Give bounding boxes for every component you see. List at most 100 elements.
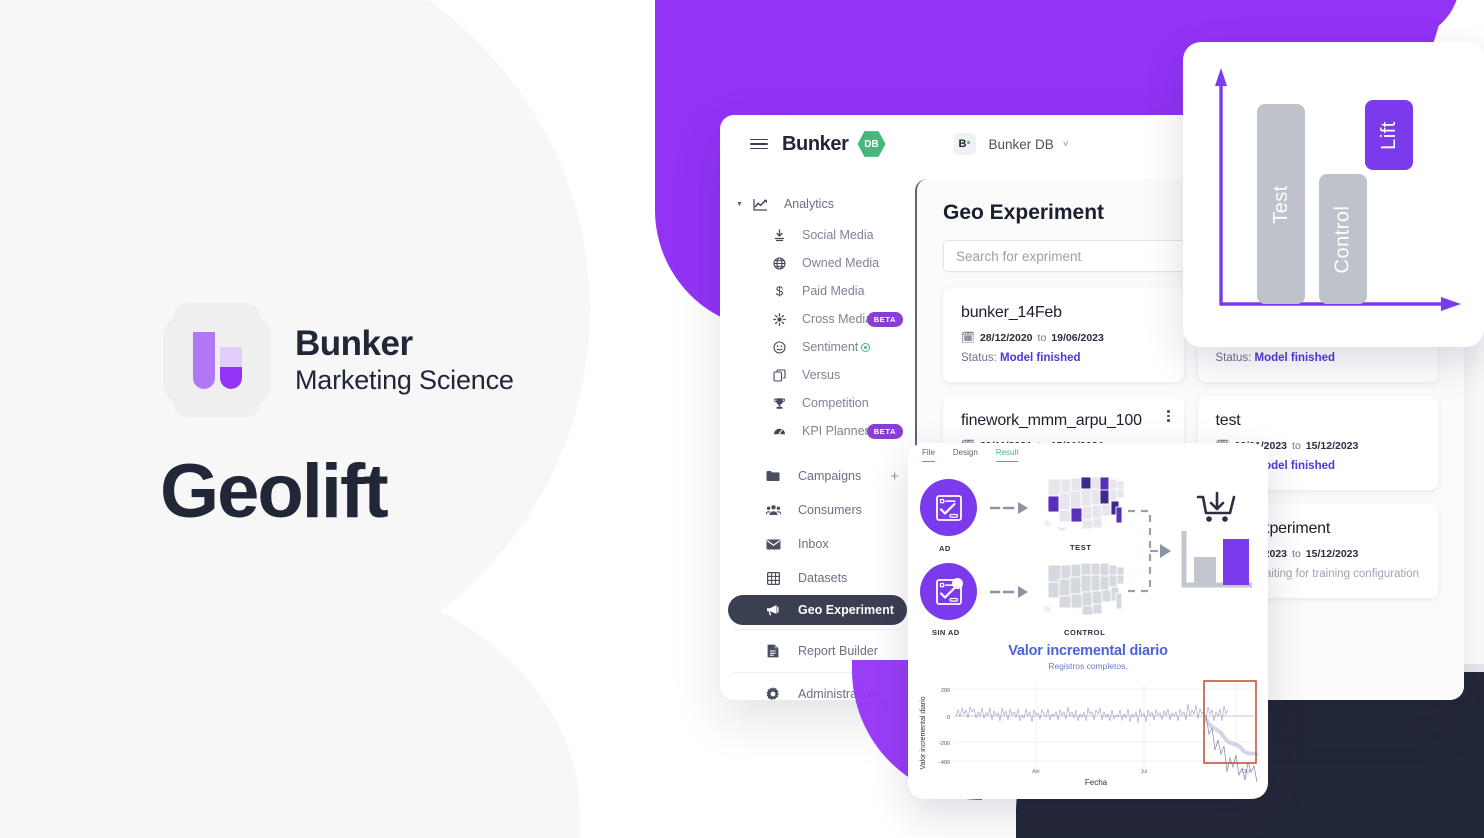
people-icon bbox=[762, 504, 784, 516]
tab-file[interactable]: File bbox=[922, 448, 935, 462]
page-root: Bunker Marketing Science Geolift Bunker … bbox=[0, 0, 1484, 838]
diagram-label-control: CONTROL bbox=[1064, 628, 1106, 637]
workspace-initial: B bbox=[958, 138, 967, 150]
geo-card-tabs: File Design Result bbox=[908, 443, 1268, 465]
logo-vial-left bbox=[192, 331, 215, 389]
status-row: Status: Model finished bbox=[1216, 352, 1421, 364]
sidebar-item-label: Consumers bbox=[798, 503, 862, 517]
ytick: -400 bbox=[939, 760, 950, 766]
sidebar-item-consumers[interactable]: Consumers bbox=[720, 493, 915, 527]
dollar-icon: $ bbox=[768, 284, 790, 298]
status-label: Status: bbox=[961, 352, 997, 364]
us-map-grey-icon bbox=[1044, 562, 1125, 616]
brand-lockup: Bunker Marketing Science bbox=[163, 303, 514, 417]
calendar-icon: 🗓 bbox=[961, 332, 975, 344]
sidebar-item-owned-media[interactable]: Owned Media bbox=[720, 249, 915, 277]
sidebar-item-label: Sentiment bbox=[802, 340, 859, 354]
sidebar-item-social-media[interactable]: Social Media bbox=[720, 221, 915, 249]
chart-title: Valor incremental diario bbox=[1008, 643, 1168, 659]
sidebar-group-label: Analytics bbox=[783, 197, 834, 211]
chart-plot-area: Valor incremental diario 200 0 -200 -400… bbox=[920, 680, 1260, 787]
status-row: Status: Model finished bbox=[961, 352, 1166, 364]
experiment-card[interactable]: bunker_14Feb 🗓 28/12/2020 to 19/06/2023 … bbox=[943, 288, 1184, 382]
page-title: Geolift bbox=[160, 449, 389, 534]
status-badge: Waiting for training configuration bbox=[1254, 568, 1420, 580]
chart-ylabel: Valor incremental diario bbox=[920, 696, 927, 769]
sidebar-item-label: Geo Experiment bbox=[798, 603, 894, 617]
experiment-name: finework_mmm_arpu_100 bbox=[961, 412, 1142, 429]
workspace-name[interactable]: Bunker DB bbox=[989, 137, 1054, 152]
date-joiner: to bbox=[1292, 439, 1301, 452]
gear-icon bbox=[762, 687, 784, 700]
sidebar-item-geo-experiment[interactable]: Geo Experiment bbox=[728, 595, 907, 625]
ytick: 0 bbox=[947, 715, 950, 721]
sidebar-item-versus[interactable]: Versus bbox=[720, 361, 915, 389]
sidebar-item-label: Social Media bbox=[802, 228, 874, 242]
diagram-label-sin-ad: SIN AD bbox=[932, 628, 960, 637]
xtick: Abr bbox=[1032, 769, 1040, 775]
globe-icon bbox=[768, 256, 790, 270]
status-label: Status: bbox=[1215, 352, 1252, 364]
sidebar-item-inbox[interactable]: Inbox bbox=[720, 527, 915, 561]
status-badge: Model finished bbox=[1254, 352, 1336, 364]
sidebar-item-label: Inbox bbox=[798, 537, 829, 551]
chart-xlabel: Fecha bbox=[1085, 778, 1108, 787]
sidebar-item-campaigns[interactable]: Campaigns + bbox=[720, 459, 915, 493]
sidebar-item-label: Paid Media bbox=[802, 284, 865, 298]
db-hexagon-icon: DB bbox=[857, 131, 886, 157]
db-badge-label: DB bbox=[864, 138, 879, 150]
tab-result[interactable]: Result bbox=[995, 448, 1019, 462]
smiley-icon bbox=[768, 340, 790, 354]
status-badge: BETA bbox=[866, 423, 903, 439]
sidebar-item-label: Datasets bbox=[798, 571, 848, 585]
card-menu-icon[interactable] bbox=[1167, 410, 1170, 422]
sidebar: ▼ Analytics Social Media Owned Media $ P… bbox=[720, 173, 915, 700]
sidebar-item-cross-media[interactable]: Cross Media BETA bbox=[720, 305, 915, 333]
experiment-name: bunker_14Feb bbox=[961, 304, 1062, 321]
chevron-down-icon[interactable]: ˅ bbox=[1063, 139, 1069, 150]
status-badge: Model finished bbox=[1000, 352, 1081, 364]
sidebar-group-analytics[interactable]: ▼ Analytics bbox=[720, 187, 915, 221]
bar-control: Control bbox=[1319, 174, 1367, 304]
megaphone-icon bbox=[762, 604, 784, 616]
date-joiner: to bbox=[1292, 547, 1301, 560]
date-joiner: to bbox=[1037, 331, 1047, 344]
document-icon bbox=[762, 644, 784, 658]
line-chart-icon bbox=[750, 198, 772, 211]
sidebar-item-competition[interactable]: Competition bbox=[720, 389, 915, 417]
incremental-value-chart: Valor incremental diario Registros compl… bbox=[908, 643, 1268, 794]
treatment-window-highlight bbox=[1203, 680, 1257, 764]
bunker-flask-logo bbox=[163, 303, 271, 417]
bar-label-lift: Lift bbox=[1377, 120, 1400, 150]
sidebar-item-paid-media[interactable]: $ Paid Media bbox=[720, 277, 915, 305]
hamburger-icon[interactable] bbox=[750, 138, 768, 150]
checklist-blocked-icon bbox=[920, 563, 977, 620]
cart-download-icon bbox=[1181, 491, 1252, 588]
envelope-icon bbox=[762, 539, 784, 550]
geo-methodology-diagram: AD TEST SIN AD CONTROL bbox=[908, 465, 1268, 643]
chart-subtitle: Registros completos. bbox=[1048, 661, 1128, 671]
lift-bar-chart-card: Test Control Lift bbox=[1183, 42, 1484, 347]
date-from: 28/12/2020 bbox=[979, 331, 1033, 344]
status-badge: BETA bbox=[866, 311, 903, 327]
sidebar-item-datasets[interactable]: Datasets bbox=[720, 561, 915, 595]
sidebar-item-sentiment[interactable]: Sentiment bbox=[720, 333, 915, 361]
bar-label-control: Control bbox=[1331, 205, 1354, 273]
xtick: Oct bbox=[1242, 769, 1250, 775]
app-logo-text: Bunker bbox=[782, 132, 849, 155]
green-status-dot bbox=[861, 342, 871, 352]
tab-design[interactable]: Design bbox=[953, 448, 978, 461]
bar-test: Test bbox=[1257, 104, 1305, 304]
experiment-dates: 🗓 28/12/2020 to 19/06/2023 bbox=[961, 331, 1166, 345]
sidebar-item-kpi-planner[interactable]: KPI Planner BETA bbox=[720, 417, 915, 445]
add-campaign-button[interactable]: + bbox=[890, 468, 899, 485]
ytick: -200 bbox=[939, 741, 950, 747]
brand-subtitle: Marketing Science bbox=[295, 365, 514, 395]
grid-icon bbox=[762, 571, 784, 585]
copy-icon bbox=[768, 368, 790, 382]
arrow-right-icon bbox=[990, 586, 1028, 598]
workspace-status-dot bbox=[967, 140, 971, 144]
workspace-avatar[interactable]: B bbox=[953, 133, 976, 155]
geo-result-card: File Design Result AD TEST SIN AD CONTRO… bbox=[908, 443, 1268, 799]
date-to: 15/12/2023 bbox=[1305, 439, 1359, 452]
